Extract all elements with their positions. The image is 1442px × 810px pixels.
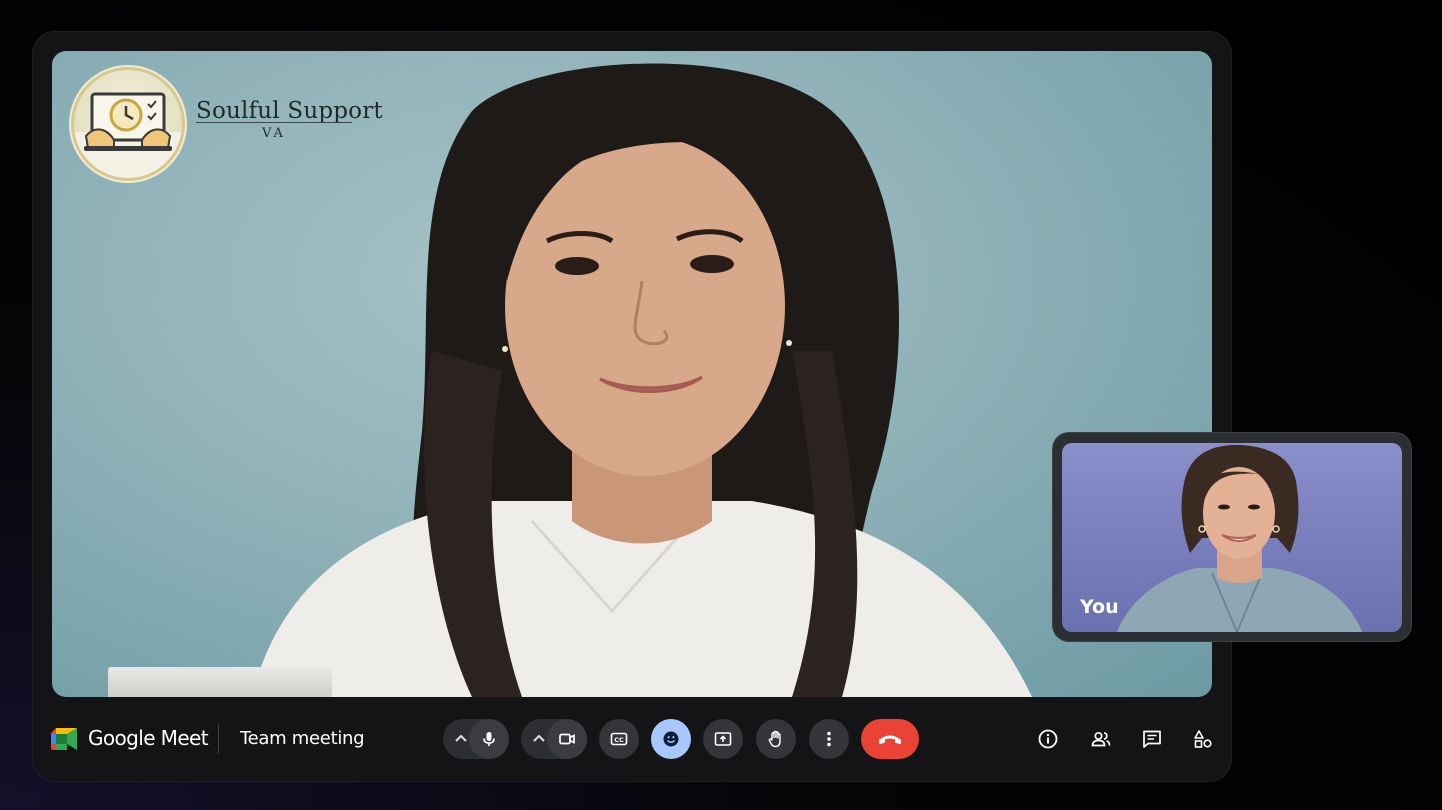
chat-icon	[1143, 730, 1161, 748]
raise-hand-button[interactable]	[756, 719, 796, 759]
google-meet-logo-icon	[51, 728, 77, 750]
camera-icon	[559, 733, 575, 745]
leave-call-button[interactable]	[861, 719, 919, 759]
brand-badge-image	[74, 70, 182, 178]
people-icon	[1091, 731, 1111, 747]
info-icon	[1038, 729, 1058, 749]
video-control-group	[521, 719, 587, 759]
brand-logo: Soulful Support VA	[74, 70, 383, 180]
brand-name: Soulful Support	[196, 98, 383, 124]
hand-icon	[768, 730, 781, 748]
captions-button[interactable]: CC	[599, 719, 639, 759]
phone-hangup-icon	[879, 735, 901, 744]
main-video-tile: Soulful Support VA	[52, 51, 1212, 697]
audio-control-group	[443, 719, 509, 759]
laptop-edge	[108, 667, 332, 697]
app-name: Google Meet	[88, 726, 209, 750]
emoji-icon	[663, 731, 679, 747]
reactions-button[interactable]	[651, 719, 691, 759]
activities-icon	[1194, 730, 1212, 748]
meeting-details-button[interactable]	[1034, 725, 1062, 753]
self-view-tile[interactable]: You	[1053, 433, 1411, 641]
people-button[interactable]	[1087, 725, 1115, 753]
meet-window: Soulful Support VA Google Meet Team meet…	[33, 32, 1231, 781]
camera-button[interactable]	[547, 719, 587, 759]
chevron-up-icon[interactable]	[452, 730, 470, 748]
self-view-video: You	[1062, 443, 1402, 632]
brand-subtitle: VA	[196, 122, 352, 141]
more-vert-icon	[827, 731, 831, 747]
toolbar-divider	[218, 724, 219, 754]
captions-icon: CC	[610, 732, 628, 746]
present-button[interactable]	[703, 719, 743, 759]
meeting-title: Team meeting	[240, 728, 365, 749]
present-screen-icon	[714, 732, 732, 746]
call-controls-bar: Google Meet Team meeting CC	[33, 699, 1231, 781]
activities-button[interactable]	[1189, 725, 1217, 753]
chat-button[interactable]	[1138, 725, 1166, 753]
more-options-button[interactable]	[809, 719, 849, 759]
svg-text:CC: CC	[614, 736, 624, 744]
self-view-label: You	[1080, 596, 1119, 618]
microphone-icon	[483, 732, 495, 746]
microphone-button[interactable]	[469, 719, 509, 759]
chevron-up-icon[interactable]	[530, 730, 548, 748]
